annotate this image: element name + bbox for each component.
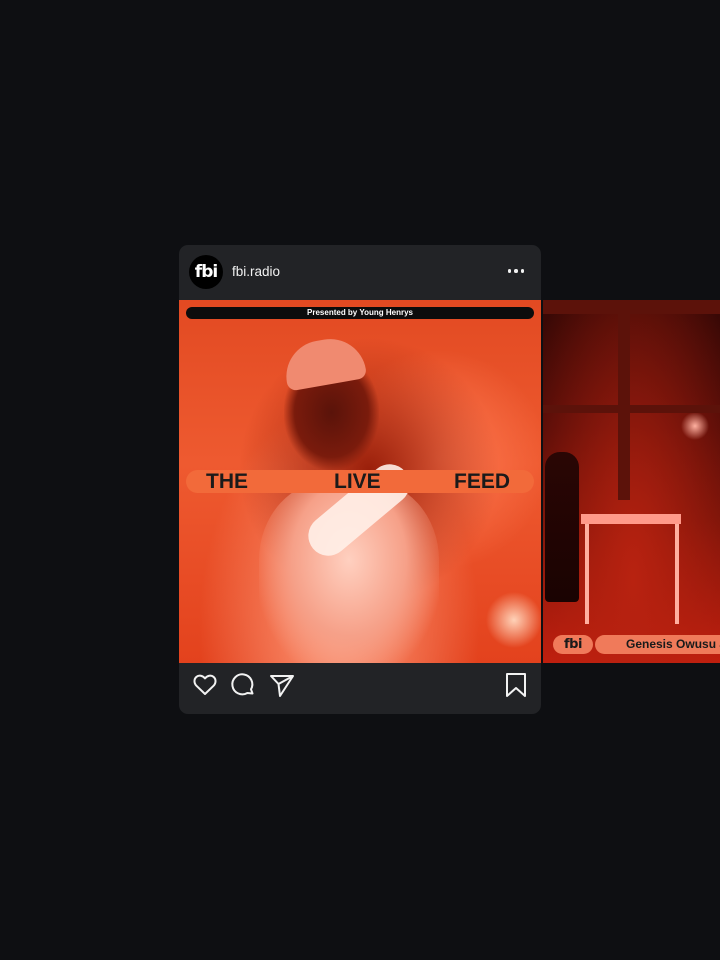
table-leg (585, 524, 589, 624)
performer-silhouette (545, 452, 579, 602)
more-options-icon[interactable] (503, 261, 529, 281)
title-word-live: LIVE (334, 470, 381, 493)
post-action-bar (179, 663, 541, 714)
heart-icon[interactable] (191, 671, 219, 699)
comment-icon[interactable] (229, 671, 257, 699)
ceiling-beam (543, 300, 720, 314)
avatar[interactable]: fbi (189, 255, 223, 289)
presented-by-banner: Presented by Young Henrys (186, 307, 534, 319)
artist-caption-pill: Genesis Owusu a (595, 635, 720, 654)
dj-table (581, 514, 681, 524)
truss-beam (543, 405, 720, 413)
title-word-feed: FEED (454, 470, 511, 493)
carousel-slide-2[interactable]: fbi Genesis Owusu a (543, 300, 720, 663)
share-icon[interactable] (268, 671, 296, 699)
username-link[interactable]: fbi.radio (232, 264, 280, 279)
table-leg (675, 524, 679, 624)
fbi-logo-pill: fbi (553, 635, 593, 654)
carousel-slide-1[interactable]: Presented by Young Henrys THE LIVE FEED (179, 300, 541, 663)
bookmark-icon[interactable] (502, 671, 530, 699)
post-header: fbi fbi.radio (179, 245, 541, 300)
title-word-the: THE (206, 470, 248, 493)
pillar (618, 300, 630, 500)
